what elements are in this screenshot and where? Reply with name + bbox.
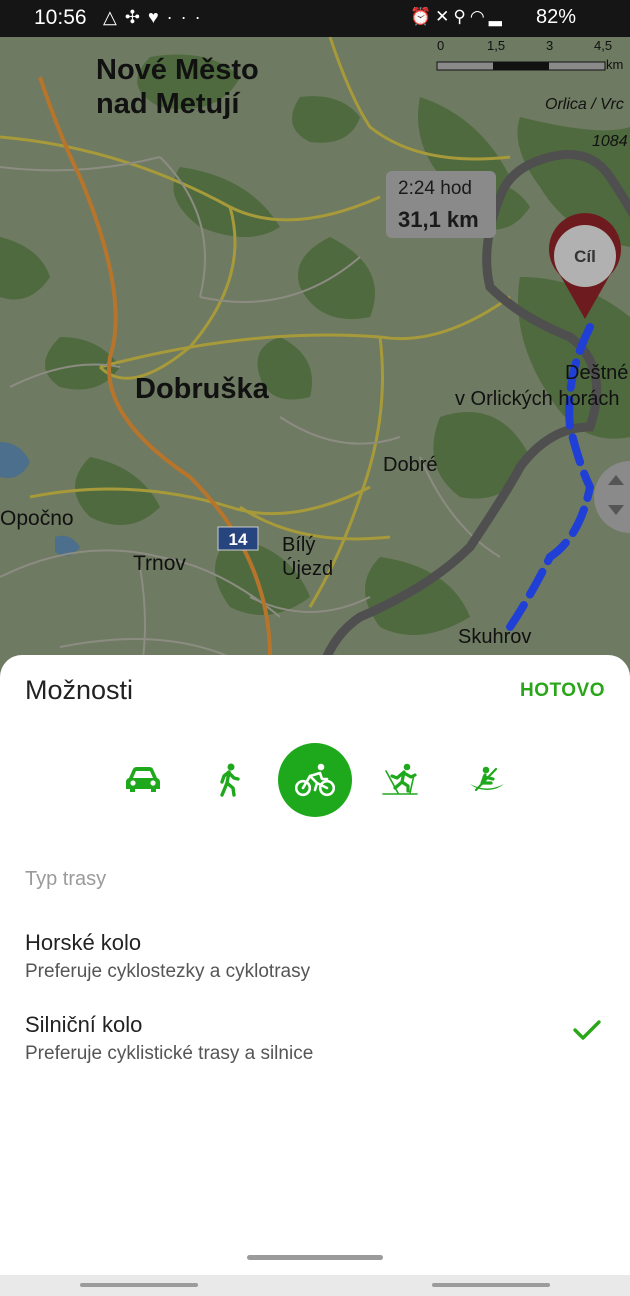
- status-bar: 10:56 △✣♥··· ⏰✕⚲◠▂ 82%: [0, 0, 630, 37]
- mode-bike-button[interactable]: [278, 743, 352, 817]
- more-dots-icon: ···: [166, 7, 209, 27]
- route-option-road-bike[interactable]: Silniční kolo Preferuje cyklistické tras…: [0, 1012, 630, 1082]
- place-label: nad Metují: [96, 88, 240, 120]
- option-title: Silniční kolo: [25, 1012, 143, 1037]
- place-label: Opočno: [0, 507, 74, 530]
- place-label: Újezd: [282, 557, 333, 580]
- svg-text:km: km: [606, 57, 623, 72]
- walking-icon: [220, 763, 240, 797]
- status-time: 10:56: [34, 6, 87, 29]
- location-icon: ⚲: [453, 7, 470, 26]
- triangle-alert-icon: △: [103, 7, 125, 27]
- mode-canoe-button[interactable]: [450, 743, 524, 817]
- status-left-icons: △✣♥···: [103, 7, 209, 28]
- place-label: Skuhrov: [458, 626, 531, 648]
- status-right-icons: ⏰✕⚲◠▂: [410, 7, 506, 27]
- signal-icon: ▂: [488, 7, 506, 26]
- mute-icon: ✕: [435, 7, 454, 26]
- alarm-icon: ⏰: [410, 7, 436, 26]
- route-option-mountain-bike[interactable]: Horské kolo Preferuje cyklostezky a cykl…: [0, 930, 630, 1000]
- svg-text:1,5: 1,5: [487, 38, 505, 53]
- option-subtitle: Preferuje cyklostezky a cyklotrasy: [25, 961, 311, 982]
- road-number: 14: [229, 530, 248, 549]
- mode-ski-button[interactable]: [363, 743, 437, 817]
- mode-walk-button[interactable]: [192, 743, 266, 817]
- sheet-title: Možnosti: [25, 675, 134, 705]
- nav-indicator-right[interactable]: [432, 1283, 550, 1287]
- place-label: Bílý: [282, 534, 315, 556]
- place-label: Deštné: [565, 362, 628, 384]
- place-label: v Orlických horách: [455, 388, 620, 410]
- svg-text:4,5: 4,5: [594, 38, 612, 53]
- fan-icon: ✣: [124, 7, 148, 27]
- checkmark-icon: [573, 1020, 601, 1040]
- cross-country-ski-icon: [382, 763, 418, 795]
- done-button[interactable]: HOTOVO: [520, 680, 605, 702]
- system-nav-bar: [0, 1275, 630, 1296]
- map-view[interactable]: Nové Město nad Metují Dobruška Dobré Opo…: [0, 37, 630, 677]
- route-distance: 31,1 km: [398, 207, 479, 232]
- canoe-icon: [470, 766, 504, 792]
- svg-text:3: 3: [546, 38, 553, 53]
- option-title: Horské kolo: [25, 930, 142, 955]
- place-label: Trnov: [133, 552, 186, 575]
- nav-indicator-left[interactable]: [80, 1283, 198, 1287]
- place-label: Dobruška: [135, 373, 270, 405]
- bicycle-icon: [295, 763, 335, 797]
- place-label: Nové Město: [96, 54, 259, 86]
- mode-car-button[interactable]: [106, 743, 180, 817]
- place-label: Dobré: [383, 454, 437, 476]
- transport-mode-selector: [0, 743, 630, 817]
- route-duration: 2:24 hod: [398, 178, 472, 199]
- battery-level: 82%: [536, 6, 577, 28]
- heart-icon: ♥: [147, 7, 167, 27]
- place-label: Orlica / Vrc: [545, 96, 624, 113]
- wifi-icon: ◠: [469, 7, 489, 26]
- car-icon: [126, 767, 160, 792]
- svg-text:0: 0: [437, 38, 444, 53]
- options-sheet: Možnosti HOTOVO Typ trasy Horské kolo Pr…: [0, 655, 630, 1275]
- route-type-label: Typ trasy: [25, 868, 107, 890]
- elevation-label: 1084: [592, 133, 628, 150]
- sheet-drag-handle[interactable]: [247, 1255, 383, 1260]
- destination-label: Cíl: [574, 247, 596, 266]
- route-info-bubble[interactable]: 2:24 hod 31,1 km: [386, 171, 496, 238]
- option-subtitle: Preferuje cyklistické trasy a silnice: [25, 1043, 314, 1064]
